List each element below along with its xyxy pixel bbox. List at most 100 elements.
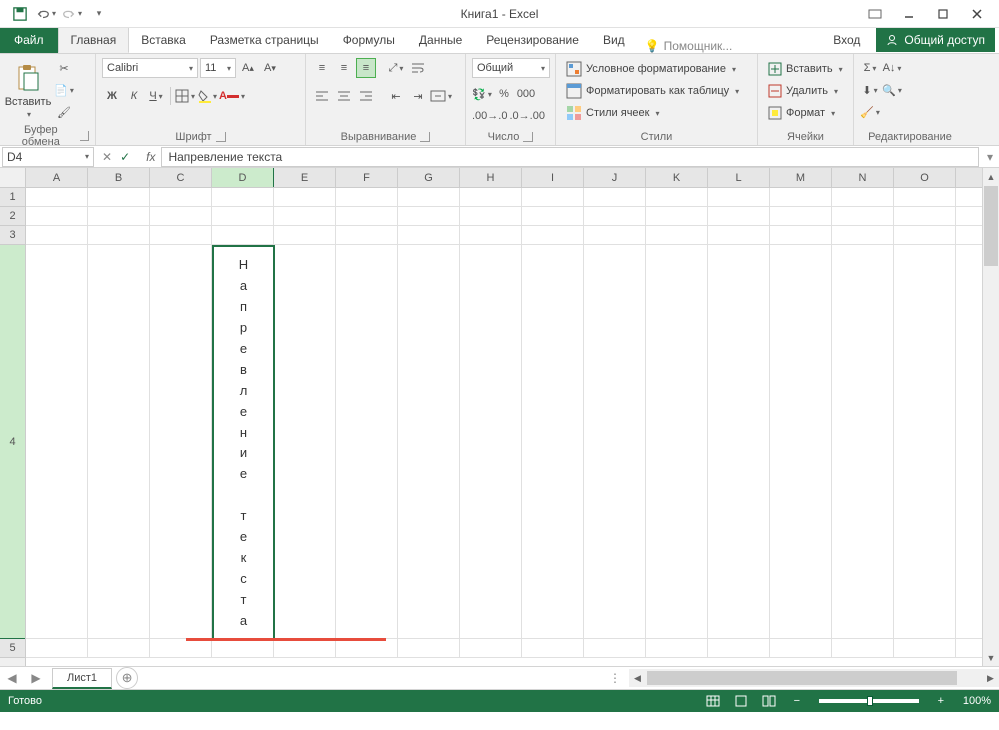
cell[interactable]	[88, 207, 150, 225]
bottom-align-icon[interactable]: ≡	[356, 58, 376, 78]
cell[interactable]	[894, 188, 956, 206]
cell[interactable]	[26, 188, 88, 206]
cell[interactable]	[894, 245, 956, 638]
tellme-search[interactable]: 💡 Помощник...	[637, 39, 741, 53]
cell[interactable]	[584, 207, 646, 225]
scroll-thumb[interactable]	[984, 186, 998, 266]
column-header[interactable]: H	[460, 168, 522, 187]
cell[interactable]	[646, 188, 708, 206]
cell[interactable]	[770, 639, 832, 657]
cell[interactable]	[522, 207, 584, 225]
cell[interactable]	[398, 188, 460, 206]
cell[interactable]	[832, 639, 894, 657]
grow-font-icon[interactable]: A▴	[238, 58, 258, 78]
cell[interactable]	[150, 207, 212, 225]
bold-button[interactable]: Ж	[102, 86, 122, 106]
dec-decimal-icon[interactable]: .0→.00	[509, 106, 544, 126]
font-color-icon[interactable]: A▾	[219, 86, 245, 106]
cell[interactable]	[708, 226, 770, 244]
borders-icon[interactable]: ▾	[175, 86, 195, 106]
cell[interactable]	[274, 226, 336, 244]
cell[interactable]	[336, 226, 398, 244]
save-icon[interactable]	[8, 2, 32, 26]
orientation-icon[interactable]: ⤢▾	[386, 58, 406, 78]
tab-file[interactable]: Файл	[0, 27, 58, 53]
undo-icon[interactable]: ▾	[34, 2, 58, 26]
conditional-format-button[interactable]: Условное форматирование▾	[562, 58, 751, 80]
cell[interactable]	[894, 207, 956, 225]
autosum-icon[interactable]: Σ▾	[860, 58, 880, 78]
cell[interactable]	[274, 188, 336, 206]
vertical-scrollbar[interactable]: ▲ ▼	[982, 168, 999, 666]
cell[interactable]	[274, 207, 336, 225]
cell[interactable]	[26, 639, 88, 657]
find-select-icon[interactable]: 🔍▾	[882, 80, 902, 100]
active-cell[interactable]: Напревление текста	[212, 245, 275, 640]
cell[interactable]	[708, 207, 770, 225]
cell[interactable]	[212, 207, 274, 225]
cell-styles-button[interactable]: Стили ячеек▾	[562, 102, 751, 124]
close-icon[interactable]	[961, 2, 993, 26]
cell[interactable]	[584, 639, 646, 657]
scroll-down-icon[interactable]: ▼	[983, 649, 999, 666]
tab-home[interactable]: Главная	[58, 27, 130, 53]
ribbon-display-icon[interactable]	[859, 2, 891, 26]
cell[interactable]	[460, 207, 522, 225]
select-all-corner[interactable]	[0, 168, 25, 188]
tab-review[interactable]: Рецензирование	[474, 27, 591, 53]
left-align-icon[interactable]	[312, 86, 332, 106]
prev-sheet-icon[interactable]: ◀	[0, 667, 24, 689]
cell[interactable]	[398, 226, 460, 244]
sheet-tab[interactable]: Лист1	[52, 668, 112, 689]
column-header[interactable]: C	[150, 168, 212, 187]
cell[interactable]	[832, 226, 894, 244]
normal-view-icon[interactable]	[701, 692, 725, 710]
share-button[interactable]: Общий доступ	[876, 28, 995, 52]
cell[interactable]	[212, 188, 274, 206]
column-header[interactable]: B	[88, 168, 150, 187]
cell[interactable]	[894, 639, 956, 657]
cell[interactable]	[274, 245, 336, 638]
percent-icon[interactable]: %	[494, 84, 514, 104]
cell[interactable]	[770, 226, 832, 244]
cell[interactable]	[646, 245, 708, 638]
cell[interactable]	[708, 639, 770, 657]
cell[interactable]	[770, 188, 832, 206]
cell[interactable]	[398, 639, 460, 657]
cell[interactable]	[150, 639, 212, 657]
cell[interactable]	[88, 188, 150, 206]
tab-data[interactable]: Данные	[407, 27, 474, 53]
cell[interactable]	[336, 207, 398, 225]
number-launcher-icon[interactable]	[523, 132, 533, 142]
inc-indent-icon[interactable]: ⇥	[408, 86, 428, 106]
redo-icon[interactable]: ▾	[60, 2, 84, 26]
tab-insert[interactable]: Вставка	[129, 27, 198, 53]
column-header[interactable]: O	[894, 168, 956, 187]
cell[interactable]	[274, 639, 336, 657]
minimize-icon[interactable]	[893, 2, 925, 26]
cell[interactable]	[460, 188, 522, 206]
column-header[interactable]: M	[770, 168, 832, 187]
center-align-icon[interactable]	[334, 86, 354, 106]
currency-icon[interactable]: 💱▾	[472, 84, 492, 104]
cell[interactable]	[832, 245, 894, 638]
pagelayout-view-icon[interactable]	[729, 692, 753, 710]
expand-formula-icon[interactable]: ▾	[981, 150, 999, 164]
zoom-slider[interactable]	[819, 699, 919, 703]
tab-layout[interactable]: Разметка страницы	[198, 27, 331, 53]
cell[interactable]	[708, 188, 770, 206]
row-header[interactable]: 1	[0, 188, 25, 207]
column-header[interactable]: I	[522, 168, 584, 187]
cell[interactable]	[460, 639, 522, 657]
cell[interactable]	[584, 226, 646, 244]
underline-button[interactable]: Ч▾	[146, 86, 166, 106]
cell[interactable]	[150, 226, 212, 244]
cell[interactable]	[832, 207, 894, 225]
cell[interactable]	[770, 207, 832, 225]
font-size-select[interactable]: 11▾	[200, 58, 236, 78]
align-launcher-icon[interactable]	[420, 132, 430, 142]
cell[interactable]	[832, 188, 894, 206]
cell[interactable]	[88, 639, 150, 657]
fx-icon[interactable]: fx	[142, 150, 159, 164]
add-sheet-icon[interactable]: ⊕	[116, 667, 138, 689]
